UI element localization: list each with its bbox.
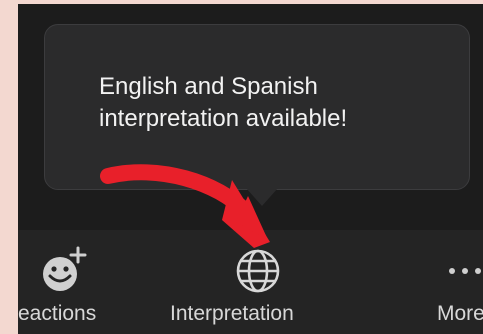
smiley-add-icon <box>43 246 87 291</box>
reactions-button[interactable]: eactions <box>18 230 138 334</box>
tooltip-line-1: English and Spanish <box>99 73 318 100</box>
interpretation-button[interactable]: Interpretation <box>170 230 348 334</box>
more-label: More <box>437 302 483 325</box>
ellipsis-icon <box>449 268 481 274</box>
reactions-label: eactions <box>18 302 97 325</box>
tooltip-message: English and Spanish interpretation avail… <box>99 71 459 135</box>
globe-icon <box>236 249 280 293</box>
meeting-window: English and Spanish interpretation avail… <box>18 4 483 334</box>
more-button[interactable]: More <box>413 230 483 334</box>
tooltip-tail <box>246 188 278 206</box>
meeting-toolbar: eactions Interpretation More <box>18 230 483 334</box>
interpretation-label: Interpretation <box>170 302 294 325</box>
interpretation-tooltip: English and Spanish interpretation avail… <box>44 24 470 190</box>
tooltip-line-2: interpretation available! <box>99 105 348 132</box>
